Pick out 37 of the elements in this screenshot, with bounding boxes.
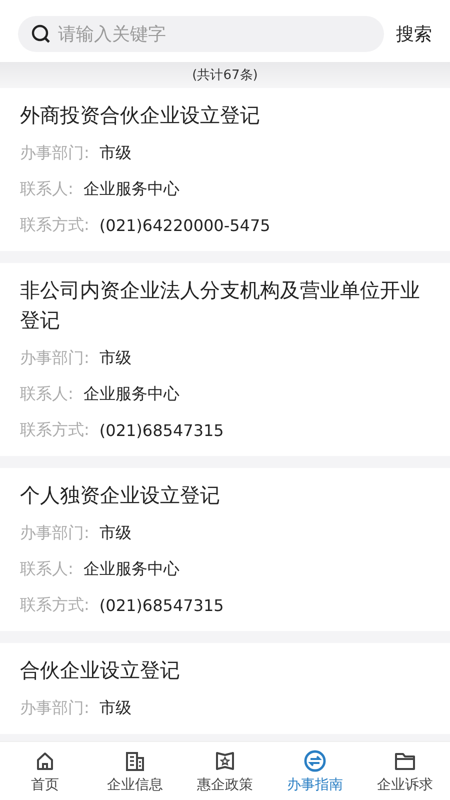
- guide-title: 外商投资合伙企业设立登记: [20, 102, 261, 129]
- field-value: (021)64220000-5475: [99, 216, 270, 234]
- field-value: 企业服务中心: [83, 558, 180, 580]
- guide-title: 合伙企业设立登记: [20, 657, 181, 684]
- search-button[interactable]: 搜索: [396, 22, 432, 46]
- field-label: 联系人:: [20, 384, 74, 404]
- nav-tab[interactable]: 企业诉求: [360, 742, 450, 800]
- search-field[interactable]: 请输入关键字: [18, 16, 384, 52]
- field-value: 市级: [99, 142, 132, 164]
- field-label: 联系方式:: [20, 594, 90, 616]
- nav-tab[interactable]: 企业信息: [90, 742, 180, 800]
- field-value: 市级: [99, 348, 132, 368]
- field-label: 联系方式:: [20, 420, 90, 440]
- guide-card[interactable]: 非公司内资企业法人分支机构及营业单位开业登记 办事部门: 市级 联系人: 企业服务中心 联系方式: (021)68547315: [0, 263, 450, 456]
- nav-tab[interactable]: 办事指南: [270, 742, 360, 800]
- field-value: 企业服务中心: [83, 178, 180, 200]
- guide-card[interactable]: 外商投资合伙企业设立登记 办事部门: 市级 联系人: 企业服务中心 联系方式: (021)64220000-5475: [0, 88, 450, 251]
- guide-card[interactable]: 个人独资企业设立登记 办事部门: 市级 联系人: 企业服务中心 联系方式: (021)68547315: [0, 468, 450, 631]
- field-value: (021)68547315: [99, 420, 224, 440]
- guide-title: 非公司内资企业法人分支机构及营业单位开业登记: [20, 277, 421, 334]
- field-value: (021)68547315: [99, 596, 224, 614]
- field-label: 联系人:: [20, 558, 74, 580]
- field-value: 市级: [99, 698, 132, 718]
- field-value: 企业服务中心: [83, 384, 180, 404]
- field-value: 市级: [99, 522, 132, 544]
- field-label: 联系方式:: [20, 214, 90, 236]
- field-label: 办事部门:: [20, 522, 90, 544]
- result-count: (共计67条): [192, 67, 258, 84]
- field-label: 联系人:: [20, 178, 74, 200]
- nav-tab[interactable]: 首页: [0, 742, 90, 800]
- field-label: 办事部门:: [20, 348, 90, 368]
- nav-tab[interactable]: 惠企政策: [180, 742, 270, 800]
- field-label: 办事部门:: [20, 142, 90, 164]
- exchange-icon: [303, 748, 327, 772]
- field-label: 办事部门:: [20, 698, 90, 718]
- guide-card[interactable]: 合伙企业设立登记 办事部门: 市级: [0, 643, 450, 734]
- guide-title: 个人独资企业设立登记: [20, 482, 221, 509]
